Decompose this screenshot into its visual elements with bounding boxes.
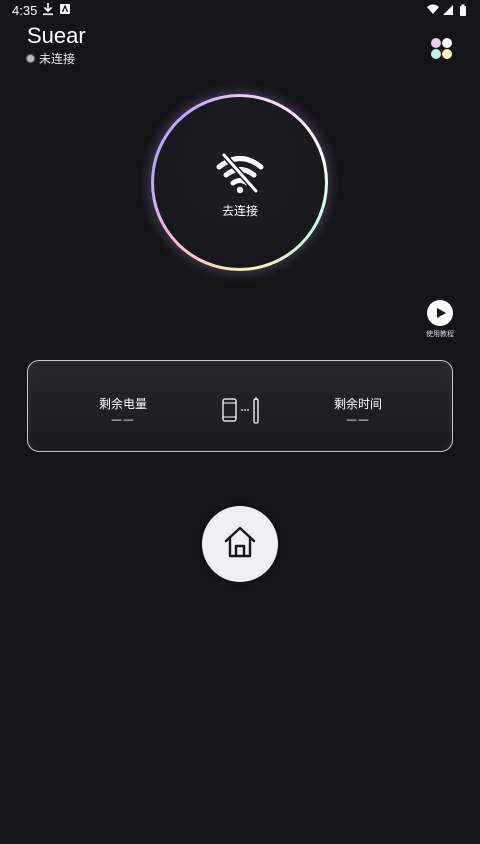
connection-status-label: 未连接 <box>39 51 76 66</box>
remaining-time-label: 剩余时间 <box>333 397 382 411</box>
tutorial-play-button[interactable] <box>427 300 453 326</box>
remaining-battery-value: —— <box>111 413 135 426</box>
phone-to-device-icon <box>222 397 259 424</box>
connect-label: 去连接 <box>221 204 258 218</box>
remaining-battery: 剩余电量 —— <box>78 395 168 426</box>
menu-dot <box>442 38 452 48</box>
home-icon <box>224 526 256 558</box>
wifi-off-icon <box>216 152 264 194</box>
remaining-time-value: —— <box>346 413 370 426</box>
app-title: Suear <box>27 23 86 48</box>
menu-dot <box>442 49 452 59</box>
cellular-signal-icon <box>443 5 453 15</box>
menu-dot <box>431 38 441 48</box>
status-right-icons <box>427 4 466 16</box>
menu-dot <box>431 49 441 59</box>
menu-button[interactable] <box>429 36 453 60</box>
tutorial-label[interactable]: 使用教程 <box>415 329 465 339</box>
status-dot-icon <box>27 54 34 62</box>
home-button[interactable] <box>202 506 278 582</box>
battery-card: 剩余电量 —— 剩余时间 —— <box>27 360 453 452</box>
status-bar: 4:35 <box>0 0 480 22</box>
remaining-battery-label: 剩余电量 <box>98 397 147 411</box>
download-icon <box>43 3 53 16</box>
a-badge-icon <box>60 4 70 14</box>
status-time: 4:35 <box>12 3 38 18</box>
wifi-signal-icon <box>427 4 439 14</box>
remaining-time: 剩余时间 —— <box>313 395 403 426</box>
battery-icon <box>460 4 466 16</box>
connection-status: 未连接 <box>27 51 76 66</box>
